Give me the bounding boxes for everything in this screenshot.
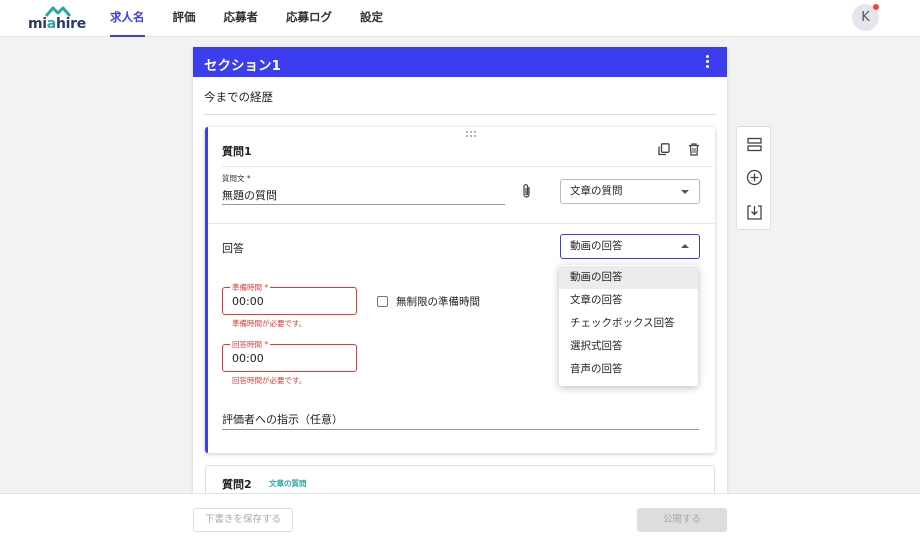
- answer-type-menu: 動画の回答 文章の回答 チェックボックス回答 選択式回答 音声の回答: [559, 265, 698, 386]
- paperclip-icon[interactable]: [521, 183, 533, 199]
- import-question-icon[interactable]: [746, 204, 763, 221]
- section-divider: [204, 114, 716, 115]
- question-card-2[interactable]: 質問2 文章の質問: [205, 465, 715, 493]
- answer-time-legend: 回答時間 *: [230, 339, 271, 350]
- answer-label: 回答: [222, 242, 244, 255]
- prep-time-field[interactable]: 準備時間 * 00:00: [222, 282, 357, 315]
- nav-evaluation[interactable]: 評価: [173, 0, 196, 37]
- caret-up-icon: [681, 244, 689, 248]
- menu-item-audio[interactable]: 音声の回答: [559, 358, 698, 381]
- nav-settings[interactable]: 設定: [360, 0, 383, 37]
- trash-icon[interactable]: [688, 143, 700, 156]
- footer-bar: 下書きを保存する 公開する: [0, 493, 920, 540]
- answer-time-error: 回答時間が必要です。: [232, 376, 307, 385]
- main-nav: 求人名 評価 応募者 応募ログ 設定: [110, 0, 411, 37]
- question-type-value: 文章の質問: [570, 185, 623, 197]
- answer-type-value: 動画の回答: [570, 240, 623, 252]
- menu-item-checkbox[interactable]: チェックボックス回答: [559, 312, 698, 335]
- notification-dot: [873, 4, 879, 10]
- divider: [222, 166, 713, 167]
- answer-time-value: 00:00: [232, 352, 264, 365]
- add-question-icon[interactable]: [746, 169, 763, 186]
- section-header: セクション1: [193, 47, 727, 77]
- prep-time-error: 準備時間が必要です。: [232, 319, 307, 328]
- side-toolbar: [736, 126, 771, 230]
- section-description[interactable]: 今までの経歴: [204, 89, 273, 105]
- unlimited-prep-checkbox[interactable]: [377, 296, 388, 307]
- save-draft-button[interactable]: 下書きを保存する: [193, 508, 293, 532]
- caret-down-icon: [681, 190, 689, 194]
- publish-button[interactable]: 公開する: [637, 508, 727, 532]
- evaluator-instruction-input[interactable]: 評価者への指示（任意）: [222, 411, 343, 427]
- question-title: 質問2: [222, 478, 252, 491]
- add-section-icon[interactable]: [746, 136, 763, 153]
- menu-item-choice[interactable]: 選択式回答: [559, 335, 698, 358]
- nav-application-log[interactable]: 応募ログ: [286, 0, 332, 37]
- question-title: 質問1: [222, 145, 252, 158]
- section-title: セクション1: [204, 58, 281, 74]
- input-underline: [222, 429, 699, 430]
- prep-time-value: 00:00: [232, 295, 264, 308]
- answer-time-field[interactable]: 回答時間 * 00:00: [222, 339, 357, 372]
- answer-type-select[interactable]: 動画の回答: [560, 234, 700, 259]
- more-vert-icon[interactable]: [705, 55, 711, 69]
- question-text-label: 質問文 *: [222, 174, 251, 183]
- question-text-input[interactable]: 無題の質問: [222, 187, 277, 203]
- unlimited-prep-label[interactable]: 無制限の準備時間: [396, 294, 480, 309]
- logo-text: miahire: [28, 16, 86, 32]
- menu-item-video[interactable]: 動画の回答: [559, 266, 698, 289]
- miahire-logo[interactable]: miahire: [28, 5, 88, 33]
- prep-time-legend: 準備時間 *: [230, 282, 271, 293]
- drag-handle-icon[interactable]: [466, 131, 478, 137]
- menu-item-text[interactable]: 文章の回答: [559, 289, 698, 312]
- top-bar: miahire 求人名 評価 応募者 応募ログ 設定 K: [0, 0, 920, 37]
- input-underline: [222, 204, 505, 205]
- question-type-select[interactable]: 文章の質問: [560, 179, 700, 204]
- divider: [208, 223, 715, 224]
- nav-applicants[interactable]: 応募者: [224, 0, 259, 37]
- question-type-tag: 文章の質問: [269, 479, 307, 488]
- copy-icon[interactable]: [658, 143, 670, 156]
- nav-job-title[interactable]: 求人名: [110, 0, 145, 37]
